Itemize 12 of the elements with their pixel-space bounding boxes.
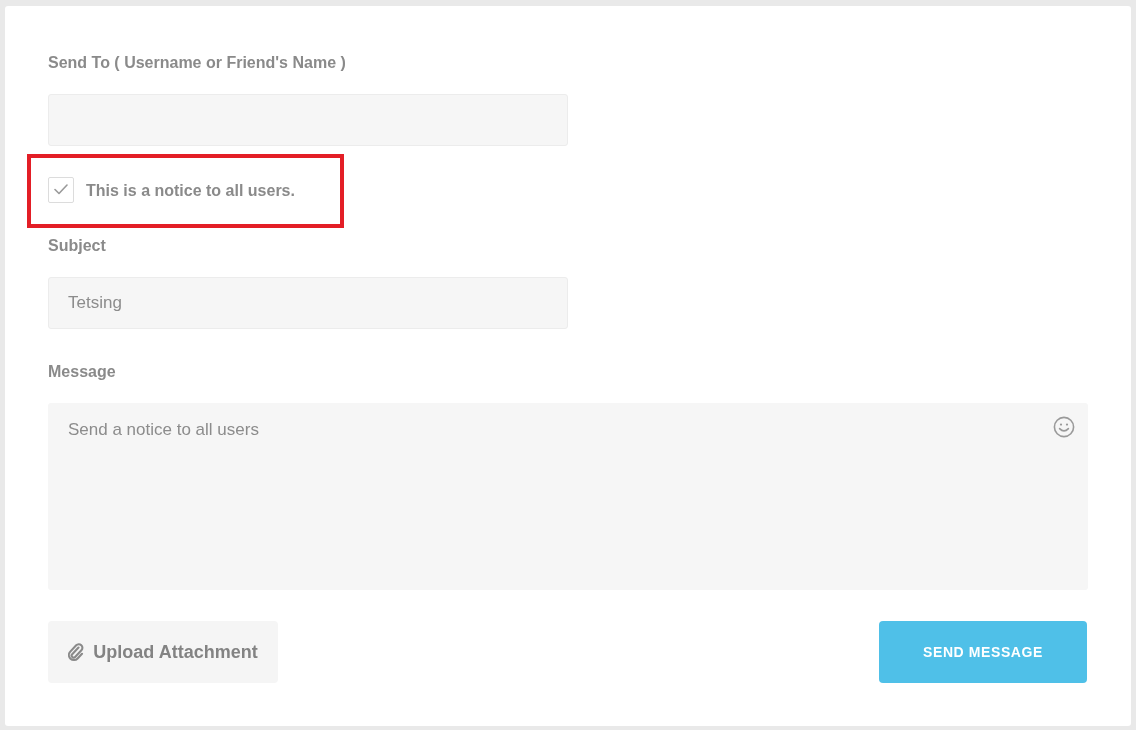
checkbox-label: This is a notice to all users. (86, 182, 295, 200)
message-field[interactable]: Send a notice to all users (48, 403, 1088, 590)
upload-attachment-button[interactable]: Upload Attachment (48, 621, 278, 683)
field-label: Send To ( Username or Friend's Name ) (48, 53, 346, 73)
field-label: Subject (48, 236, 106, 256)
smiley-icon[interactable] (1053, 416, 1075, 438)
notice-checkbox[interactable] (48, 176, 74, 203)
field-label: Message (48, 362, 116, 382)
subject-field[interactable]: Tetsing (48, 277, 568, 329)
check-icon (54, 184, 68, 195)
send-message-button[interactable]: SEND MESSAGE (879, 621, 1087, 683)
paperclip-icon (68, 642, 85, 662)
